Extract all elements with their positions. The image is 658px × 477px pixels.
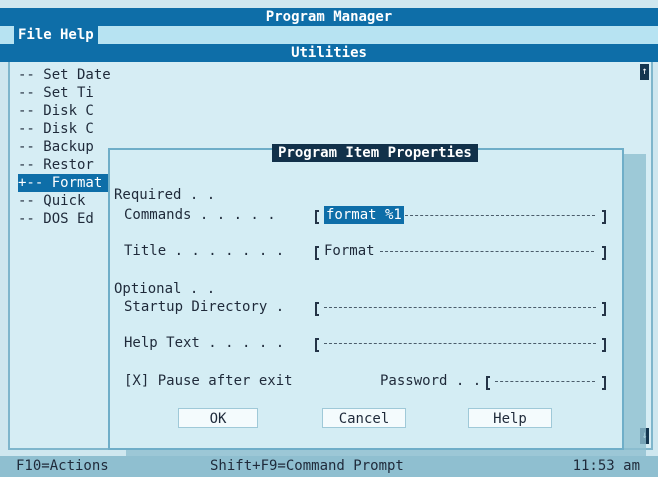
program-item-set-date[interactable]: -- Set Date xyxy=(18,66,118,84)
window-title: Program Manager xyxy=(265,9,393,25)
program-item-disk-copy[interactable]: -- Disk C xyxy=(18,102,118,120)
ok-button[interactable]: OK xyxy=(178,408,258,428)
scroll-up-button[interactable]: ↑ xyxy=(640,64,649,80)
cancel-button[interactable]: Cancel xyxy=(322,408,406,428)
utilities-group-window: -- Set Date -- Set Ti -- Disk C -- Disk … xyxy=(8,62,653,470)
menu-bar: File Help xyxy=(0,26,658,44)
password-field-fill xyxy=(495,381,595,382)
status-bar: F10=Actions Shift+F9=Command Prompt 11:5… xyxy=(0,456,658,477)
command-prompt-status: Shift+F9=Command Prompt xyxy=(210,458,404,474)
commands-left-bracket xyxy=(315,210,319,224)
pause-after-exit-checkbox[interactable]: [X] Pause after exit xyxy=(124,372,293,390)
title-right-bracket xyxy=(602,246,606,260)
program-list: -- Set Date -- Set Ti -- Disk C -- Disk … xyxy=(18,66,118,228)
commands-right-bracket xyxy=(602,210,606,224)
password-right-bracket xyxy=(602,376,606,390)
help-menu[interactable]: Help xyxy=(56,26,98,44)
program-item-set-time[interactable]: -- Set Ti xyxy=(18,84,118,102)
startup-directory-field-fill xyxy=(324,307,596,308)
clock-status: 11:53 am xyxy=(572,458,640,474)
title-field[interactable]: Format xyxy=(324,242,375,260)
title-field-fill xyxy=(380,251,594,252)
help-text-right-bracket xyxy=(602,338,606,352)
startup-directory-left-bracket xyxy=(315,302,319,316)
dialog-title: Program Item Properties xyxy=(272,144,478,162)
group-title-bar: Utilities xyxy=(0,44,658,62)
help-text-left-bracket xyxy=(315,338,319,352)
file-menu[interactable]: File xyxy=(14,26,56,44)
program-item-restore[interactable]: -- Restor xyxy=(18,156,118,174)
program-item-disk-compare[interactable]: -- Disk C xyxy=(18,120,118,138)
commands-field-fill xyxy=(405,215,595,216)
title-label: Title . . . . . . . xyxy=(124,243,285,259)
actions-status: F10=Actions xyxy=(16,458,109,474)
group-title: Utilities xyxy=(291,45,367,61)
password-left-bracket xyxy=(486,376,490,390)
program-item-quick-format[interactable]: -- Quick xyxy=(18,192,118,210)
startup-directory-label: Startup Directory . xyxy=(124,299,285,315)
program-item-dos-editor[interactable]: -- DOS Ed xyxy=(18,210,118,228)
help-button[interactable]: Help xyxy=(468,408,552,428)
optional-section-label: Optional . . xyxy=(114,281,216,297)
program-manager-screen: Program Manager File Help Utilities -- S… xyxy=(0,0,658,477)
commands-field[interactable]: format %1 xyxy=(324,206,404,224)
password-label: Password . . xyxy=(380,373,482,389)
program-item-properties-dialog: Program Item Properties Required . . Com… xyxy=(108,144,624,450)
help-text-field-fill xyxy=(324,343,596,344)
title-left-bracket xyxy=(315,246,319,260)
required-section-label: Required . . xyxy=(114,187,216,203)
startup-directory-right-bracket xyxy=(602,302,606,316)
help-text-label: Help Text . . . . . xyxy=(124,335,285,351)
commands-label: Commands . . . . . xyxy=(124,207,276,223)
window-title-bar: Program Manager xyxy=(0,8,658,26)
program-item-backup[interactable]: -- Backup xyxy=(18,138,118,156)
program-item-format[interactable]: +-- Format xyxy=(18,174,118,192)
